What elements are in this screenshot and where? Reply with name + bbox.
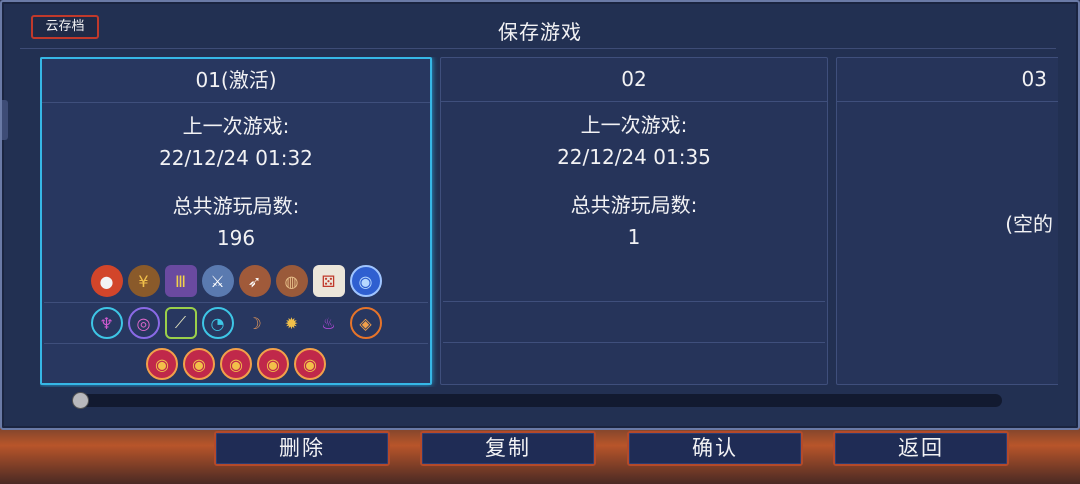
save-slot-03[interactable]: 03 (空的 <box>836 57 1058 385</box>
bow-dice-icon: ➶ <box>238 265 271 297</box>
dice-icon: ⚄ <box>312 265 345 297</box>
save-game-panel: 云存档 保存游戏 01(激活) 上一次游戏: 22/12/24 01:32 总共… <box>0 0 1080 430</box>
eye-orb-icon: ◎ <box>127 307 160 339</box>
empty-slot-label: (空的 <box>1005 212 1053 236</box>
total-runs-label: 总共游玩局数: <box>570 193 698 217</box>
save-slot-01[interactable]: 01(激活) 上一次游戏: 22/12/24 01:32 总共游玩局数: 196… <box>40 57 432 385</box>
item-row-3: ◉ ◉ ◉ ◉ ◉ <box>44 343 428 384</box>
delete-button[interactable]: 删除 <box>214 431 390 466</box>
red-eye-medallion-icon: ◉ <box>220 348 252 380</box>
page-title: 保存游戏 <box>498 20 582 44</box>
sword-dice-icon: ⚔ <box>201 265 234 297</box>
wooden-shield-icon: ◍ <box>275 265 308 297</box>
stats-card-icon: Ⅲ <box>164 265 197 297</box>
purple-flame-icon: ♨ <box>321 313 336 333</box>
red-eye-medallion-icon: ◉ <box>294 348 326 380</box>
side-tab <box>2 100 8 140</box>
confirm-button[interactable]: 确认 <box>627 431 803 466</box>
save-slot-02[interactable]: 02 上一次游戏: 22/12/24 01:35 总共游玩局数: 1 <box>440 57 828 385</box>
slot-title: 02 <box>441 58 827 102</box>
last-played-value: 22/12/24 01:35 <box>557 145 711 169</box>
save-slots: 01(激活) 上一次游戏: 22/12/24 01:32 总共游玩局数: 196… <box>40 57 1058 387</box>
total-runs-value: 196 <box>216 226 256 250</box>
red-eye-medallion-icon: ◉ <box>146 348 178 380</box>
last-played-label: 上一次游戏: <box>182 114 290 138</box>
coin-bag-icon: ¥ <box>127 265 160 297</box>
copy-button[interactable]: 复制 <box>420 431 596 466</box>
bone-icon: ⟋ <box>164 307 197 339</box>
item-row-2: ♆ ◎ ⟋ ◔ ☽ ✹ ♨ ◈ <box>44 302 428 343</box>
horn-icon: ☽ <box>247 313 262 333</box>
last-played-value: 22/12/24 01:32 <box>159 146 313 170</box>
orange-gem-icon: ◈ <box>349 307 382 339</box>
slot-title: 03 <box>837 58 1058 102</box>
red-eye-medallion-icon: ◉ <box>183 348 215 380</box>
fire-burst-icon: ✹ <box>284 313 299 333</box>
item-row-1: ● ¥ Ⅲ ⚔ ➶ ◍ ⚄ ◉ <box>44 261 428 301</box>
total-runs-value: 1 <box>627 225 641 249</box>
scrollbar-thumb[interactable] <box>72 392 89 409</box>
clock-rune-icon: ◔ <box>201 307 234 339</box>
total-runs-label: 总共游玩局数: <box>172 194 300 218</box>
red-eye-medallion-icon: ◉ <box>257 348 289 380</box>
red-pouch-icon: ● <box>90 265 123 297</box>
slots-scrollbar[interactable] <box>72 392 1002 409</box>
slot-title: 01(激活) <box>42 59 430 103</box>
last-played-label: 上一次游戏: <box>580 113 688 137</box>
rune-icon: ♆ <box>90 307 123 339</box>
title-divider <box>20 48 1056 49</box>
item-row-2 <box>443 301 825 342</box>
blue-disc-icon: ◉ <box>349 265 382 297</box>
back-button[interactable]: 返回 <box>833 431 1009 466</box>
item-row-3 <box>443 342 825 383</box>
